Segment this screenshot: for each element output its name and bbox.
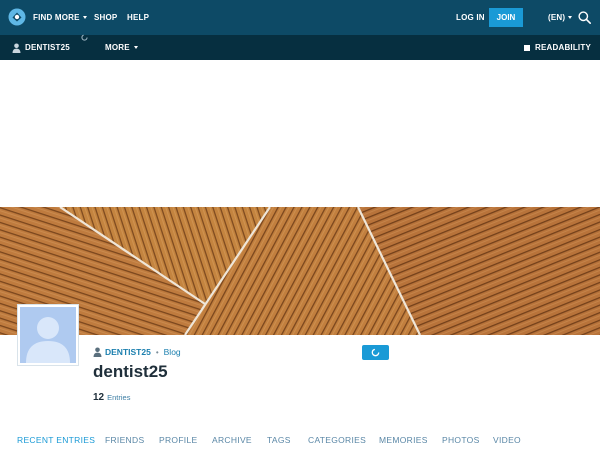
journal-tabs: RECENT ENTRIES FRIENDS PROFILE ARCHIVE T… xyxy=(0,431,600,450)
entries-label[interactable]: Entries xyxy=(107,393,130,402)
tab-memories[interactable]: MEMORIES xyxy=(379,435,428,445)
journal-navbar xyxy=(0,35,600,60)
entries-count: 12 Entries xyxy=(93,392,130,403)
loading-spinner-icon xyxy=(371,348,380,357)
tab-tags[interactable]: TAGS xyxy=(267,435,291,445)
journal-username: DENTIST25 xyxy=(25,43,70,52)
default-avatar-icon xyxy=(20,307,76,363)
shop-link[interactable]: SHOP xyxy=(94,0,117,35)
readability-label: READABILITY xyxy=(535,43,591,52)
more-label: MORE xyxy=(105,43,130,52)
user-icon xyxy=(12,43,21,53)
breadcrumb-user-link[interactable]: DENTIST25 xyxy=(105,347,151,357)
loading-spinner-icon xyxy=(81,34,88,41)
chevron-down-icon xyxy=(133,46,138,49)
chevron-down-icon xyxy=(568,16,573,19)
journal-control-button[interactable] xyxy=(362,345,389,360)
tab-video[interactable]: VIDEO xyxy=(493,435,521,445)
readability-icon xyxy=(524,44,530,51)
join-button[interactable]: JOIN xyxy=(489,8,523,27)
language-selector[interactable]: (EN) xyxy=(548,0,573,35)
journal-user-link[interactable]: DENTIST25 xyxy=(12,35,70,60)
breadcrumb: DENTIST25 • Blog xyxy=(93,346,181,358)
logo-icon[interactable] xyxy=(8,8,26,26)
search-icon[interactable] xyxy=(578,11,591,24)
readability-toggle[interactable]: READABILITY xyxy=(524,35,591,60)
find-more-menu[interactable]: FIND MORE xyxy=(33,0,87,35)
journal-header-image xyxy=(0,207,600,335)
login-link[interactable]: LOG IN xyxy=(456,0,485,35)
tab-friends[interactable]: FRIENDS xyxy=(105,435,144,445)
more-menu[interactable]: MORE xyxy=(105,35,138,60)
tab-archive[interactable]: ARCHIVE xyxy=(212,435,252,445)
breadcrumb-section: Blog xyxy=(163,347,181,357)
avatar[interactable] xyxy=(18,305,78,365)
tab-profile[interactable]: PROFILE xyxy=(159,435,197,445)
entries-number: 12 xyxy=(93,392,105,403)
find-more-label: FIND MORE xyxy=(33,13,80,22)
user-icon xyxy=(93,347,102,357)
breadcrumb-separator: • xyxy=(155,347,159,357)
tab-categories[interactable]: CATEGORIES xyxy=(308,435,366,445)
tab-photos[interactable]: PHOTOS xyxy=(442,435,480,445)
help-link[interactable]: HELP xyxy=(127,0,149,35)
language-label: (EN) xyxy=(548,13,566,22)
tab-recent-entries[interactable]: RECENT ENTRIES xyxy=(17,435,95,445)
chevron-down-icon xyxy=(82,16,87,19)
journal-title: dentist25 xyxy=(93,362,168,381)
